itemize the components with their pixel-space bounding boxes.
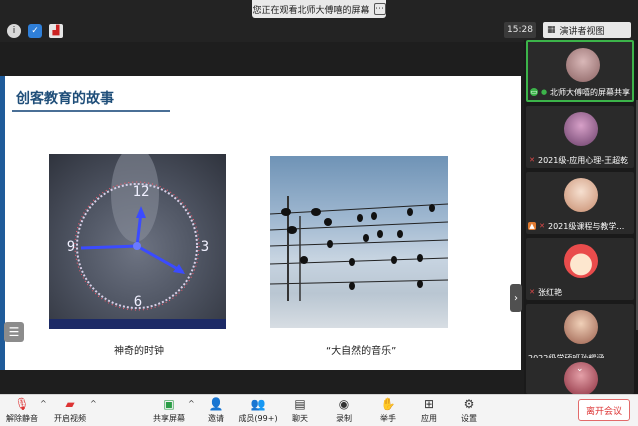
members-label: 成员(99+)	[238, 414, 278, 423]
birds-on-wires-drawing	[270, 196, 448, 301]
members-button[interactable]: 👥 成员(99+)	[238, 396, 278, 426]
apps-icon: ⊞	[423, 397, 435, 411]
participant-tile[interactable]: ✕ 2021级-应用心理-王超乾	[526, 106, 634, 168]
leave-meeting-button[interactable]: 离开会议	[578, 399, 630, 421]
clock-number-3: 3	[201, 239, 209, 255]
slide-list-icon[interactable]: ☰	[4, 322, 24, 342]
collapse-panel-button[interactable]: ›	[510, 284, 522, 312]
caption-magic-clock: 神奇的时钟	[114, 346, 164, 357]
meeting-window: 您正在观看北师大傅嘻的屏幕 ⋯ i ✓ ▟ 15:28 ▦ 演讲者视图 创客教育…	[0, 0, 638, 426]
settings-label: 设置	[461, 414, 477, 423]
participant-name: 张红艳	[538, 287, 562, 297]
participant-name: 2021级-应用心理-王超乾	[538, 155, 629, 165]
mic-muted-icon: 🎙	[14, 397, 30, 411]
nature-music-image	[270, 156, 448, 328]
apps-label: 应用	[421, 414, 437, 423]
video-label: 开启视频	[54, 414, 86, 423]
chat-button[interactable]: ▤ 聊天	[290, 396, 310, 426]
magic-clock-image: 12 3 6 9	[49, 154, 226, 329]
clock-image-base	[49, 319, 226, 329]
info-icon[interactable]: i	[7, 24, 21, 38]
shield-icon[interactable]: ✓	[28, 24, 42, 38]
slide-title: 创客教育的故事	[16, 91, 114, 107]
avatar	[564, 178, 598, 212]
led-clock-drawing: 12 3 6 9	[67, 154, 209, 311]
record-label: 录制	[336, 414, 352, 423]
record-icon: ◉	[338, 397, 350, 411]
chat-label: 聊天	[292, 414, 308, 423]
network-signal-icon[interactable]: ▟	[49, 24, 63, 38]
mic-on-icon: ●	[540, 88, 548, 96]
chevron-up-icon[interactable]: ^	[40, 399, 47, 408]
video-off-icon: ▰	[65, 397, 75, 411]
video-button[interactable]: ▰ 开启视频	[54, 396, 86, 426]
participant-tile[interactable]: ⌄	[526, 358, 634, 394]
participant-tile[interactable]: ▭ ● 北师大傅嘻的屏幕共享	[526, 40, 634, 102]
avatar	[564, 112, 598, 146]
more-icon[interactable]: ⋯	[373, 3, 386, 15]
participant-tile[interactable]: 2022级学硕班孙耀涵	[526, 304, 634, 366]
invite-icon: 👤	[208, 397, 224, 411]
share-banner-text: 您正在观看北师大傅嘻的屏幕	[252, 5, 370, 16]
raise-hand-label: 举手	[380, 414, 396, 423]
raise-hand-button[interactable]: ✋ 举手	[378, 396, 398, 426]
avatar	[564, 244, 598, 278]
chat-icon: ▤	[294, 397, 306, 411]
clock-number-6: 6	[134, 294, 142, 310]
shared-screen-slide: 创客教育的故事 12 3 6 9 神奇的时钟 “大自然的音乐” ☰ ›	[0, 76, 522, 370]
top-bar: 您正在观看北师大傅嘻的屏幕 ⋯ i ✓ ▟ 15:28 ▦ 演讲者视图	[0, 0, 638, 42]
bottom-toolbar: 🎙 解除静音 ^ ▰ 开启视频 ^ ▣ 共享屏幕 ^ 👤 邀请 👥 成员(99+…	[0, 394, 638, 426]
share-screen-button[interactable]: ▣ 共享屏幕	[152, 396, 186, 426]
participant-tile[interactable]: ✕ 张红艳	[526, 238, 634, 300]
mute-button[interactable]: 🎙 解除静音	[6, 396, 38, 426]
participant-name: 北师大傅嘻的屏幕共享	[550, 87, 630, 97]
participant-name: 2021级课程与教学…	[548, 221, 625, 231]
mic-muted-icon: ✕	[529, 156, 535, 164]
settings-button[interactable]: ⚙ 设置	[459, 396, 479, 426]
participants-panel: ▭ ● 北师大傅嘻的屏幕共享 ✕ 2021级-应用心理-王超乾 ▲ ✕ 2021…	[524, 40, 638, 394]
mic-muted-icon: ✕	[539, 222, 545, 230]
scroll-down-icon[interactable]: ⌄	[576, 364, 584, 374]
invite-label: 邀请	[208, 414, 224, 423]
avatar	[566, 48, 600, 82]
caption-nature-music: “大自然的音乐”	[326, 346, 397, 357]
grid-icon: ▦	[547, 25, 556, 35]
meeting-timer: 15:28	[504, 22, 536, 38]
screen-share-icon: ▭	[530, 88, 538, 96]
gear-icon: ⚙	[463, 397, 475, 411]
members-icon: 👥	[250, 397, 266, 411]
clock-number-12: 12	[133, 184, 150, 200]
user-icon: ▲	[528, 222, 536, 230]
share-label: 共享屏幕	[153, 414, 185, 423]
clock-number-9: 9	[67, 239, 75, 255]
view-mode-label: 演讲者视图	[559, 26, 605, 37]
avatar	[564, 310, 598, 344]
mute-label: 解除静音	[6, 414, 38, 423]
apps-button[interactable]: ⊞ 应用	[419, 396, 439, 426]
chevron-up-icon[interactable]: ^	[90, 399, 97, 408]
hand-icon: ✋	[380, 397, 396, 411]
share-screen-icon: ▣	[163, 397, 175, 411]
mic-muted-icon: ✕	[529, 288, 535, 296]
slide-title-underline	[12, 110, 170, 112]
invite-button[interactable]: 👤 邀请	[205, 396, 227, 426]
view-mode-button[interactable]: ▦ 演讲者视图	[543, 22, 631, 38]
record-button[interactable]: ◉ 录制	[334, 396, 354, 426]
participant-tile[interactable]: ▲ ✕ 2021级课程与教学…	[526, 172, 634, 234]
share-banner[interactable]: 您正在观看北师大傅嘻的屏幕 ⋯	[252, 0, 386, 18]
chevron-up-icon[interactable]: ^	[188, 399, 195, 408]
